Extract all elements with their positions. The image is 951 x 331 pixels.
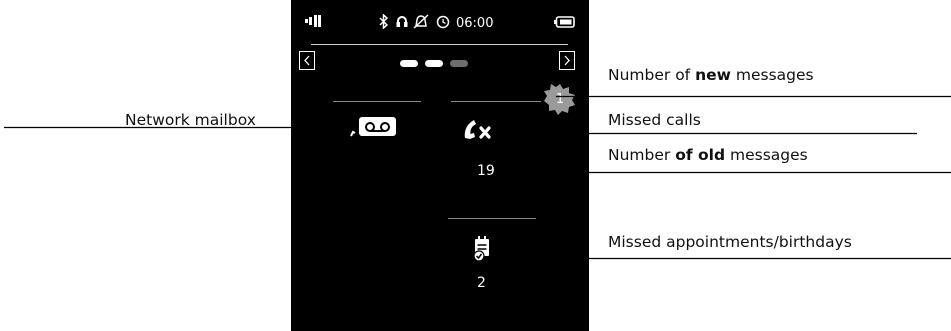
label-old-messages-prefix: Number — [608, 146, 676, 164]
label-new-messages: Number of new messages — [608, 66, 814, 84]
callout-lines — [4, 95, 951, 260]
label-new-messages-emphasis: new — [695, 66, 731, 84]
label-new-messages-suffix: messages — [730, 66, 814, 84]
label-missed-calls: Missed calls — [608, 111, 701, 129]
label-old-messages: Number of old messages — [608, 146, 808, 164]
diagram: 06:00 1 19 2 Network mailbox Number of n… — [0, 0, 951, 331]
label-old-messages-suffix: messages — [725, 146, 808, 164]
label-network-mailbox: Network mailbox — [125, 111, 256, 129]
label-new-messages-prefix: Number of — [608, 66, 696, 84]
label-old-messages-emphasis: of old — [675, 146, 726, 164]
label-missed-appointments: Missed appointments/birthdays — [608, 233, 852, 251]
